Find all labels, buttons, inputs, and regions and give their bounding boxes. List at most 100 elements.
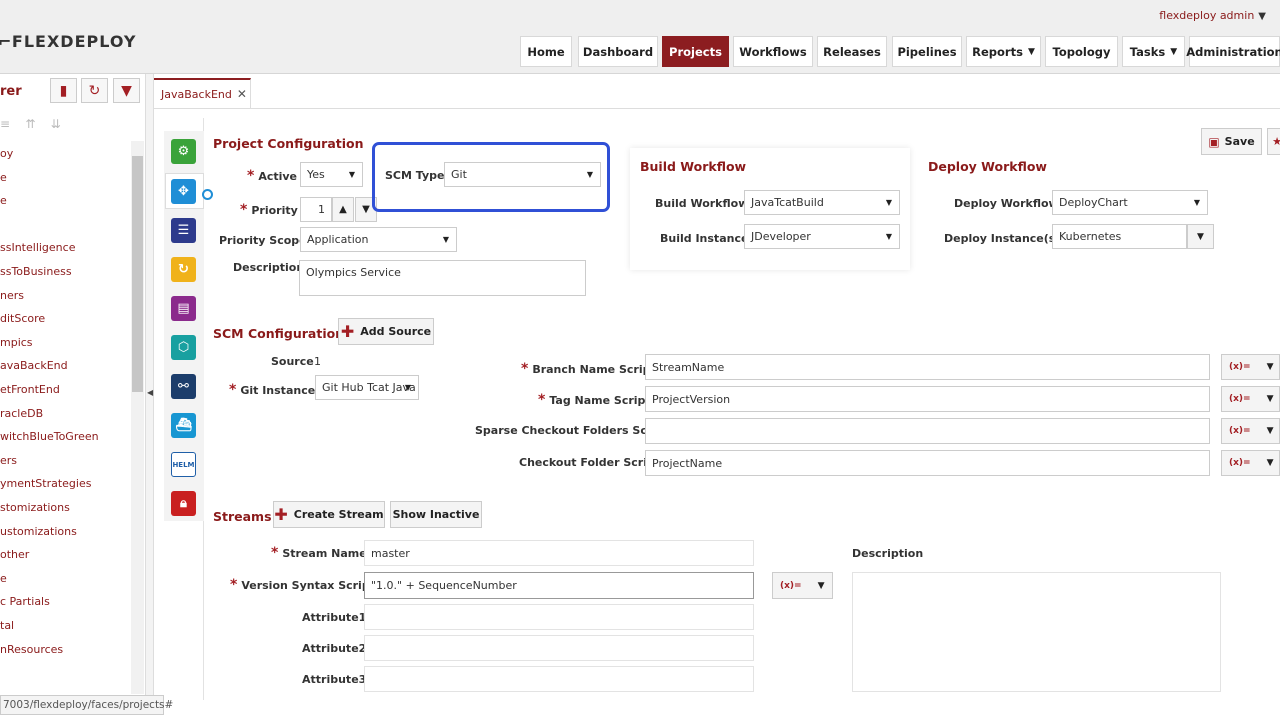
tag-fx-button[interactable]: (x)= ▼	[1221, 386, 1280, 412]
required-icon: *	[271, 545, 279, 561]
tree-item[interactable]: ustomizations	[0, 525, 77, 538]
tree-item[interactable]: ers	[0, 454, 17, 467]
tree-item[interactable]: nResources	[0, 643, 63, 656]
deploy-workflow-value: DeployChart	[1059, 196, 1128, 209]
refresh-icon[interactable]: ↻	[81, 78, 108, 103]
fx-label: (x)=	[1229, 426, 1251, 436]
sparse-checkout-input[interactable]	[645, 418, 1210, 444]
tree-item[interactable]: etFrontEnd	[0, 383, 60, 396]
nav-workflows[interactable]: Workflows	[733, 36, 813, 67]
nav-releases[interactable]: Releases	[817, 36, 887, 67]
collapse-arrow-icon[interactable]: ◀	[147, 388, 153, 397]
checkout-folder-input[interactable]: ProjectName	[645, 450, 1210, 476]
nav-tasks[interactable]: Tasks ▼	[1122, 36, 1185, 67]
deploy-workflow-select[interactable]: DeployChart	[1052, 190, 1208, 215]
docker-icon[interactable]: ⛴	[171, 413, 196, 438]
stream-description-textarea[interactable]	[852, 572, 1221, 692]
chevron-down-icon: ▼	[1258, 11, 1266, 22]
git-instance-label: * Git Instance	[229, 382, 315, 398]
filter-icon[interactable]: ▼	[113, 78, 140, 103]
nav-projects[interactable]: Projects	[662, 36, 729, 67]
splitter[interactable]	[146, 74, 154, 699]
book-icon[interactable]: ▮	[50, 78, 77, 103]
tree-structure-icon[interactable]: ⬡	[171, 335, 196, 360]
sparse-fx-button[interactable]: (x)= ▼	[1221, 418, 1280, 444]
nav-reports[interactable]: Reports ▼	[966, 36, 1041, 67]
tree-item[interactable]: mpics	[0, 336, 33, 349]
tree-item[interactable]: oy	[0, 147, 13, 160]
tree-item[interactable]: other	[0, 548, 29, 561]
tree-item[interactable]: avaBackEnd	[0, 359, 68, 372]
scrollbar-thumb[interactable]	[132, 156, 143, 392]
tree-item[interactable]: e	[0, 572, 7, 585]
deploy-instances-input[interactable]: Kubernetes	[1052, 224, 1187, 249]
tree-item[interactable]: ymentStrategies	[0, 477, 91, 490]
report-icon[interactable]: ▤	[171, 296, 196, 321]
deploy-instances-dropdown[interactable]: ▼	[1187, 224, 1214, 249]
priority-input[interactable]: 1	[300, 197, 332, 222]
tree-item[interactable]: tal	[0, 619, 14, 632]
nav-administration[interactable]: Administration	[1186, 36, 1280, 67]
explorer-title: rer	[0, 84, 22, 99]
nav-pipelines[interactable]: Pipelines	[892, 36, 962, 67]
list-icon[interactable]: ☰	[171, 218, 196, 243]
stream-name-input[interactable]: master	[364, 540, 754, 566]
nav-home[interactable]: Home	[520, 36, 572, 67]
required-icon: *	[538, 392, 546, 408]
branch-fx-button[interactable]: (x)= ▼	[1221, 354, 1280, 380]
tree-item[interactable]: e	[0, 194, 7, 207]
tree-item[interactable]: c Partials	[0, 595, 50, 608]
tree-item[interactable]: racleDB	[0, 407, 43, 420]
tree-item[interactable]: stomizations	[0, 501, 70, 514]
tree-item[interactable]: ssToBusiness	[0, 265, 72, 278]
chevron-down-icon: ▼	[1266, 426, 1274, 436]
nav-topology[interactable]: Topology	[1045, 36, 1118, 67]
attribute3-input[interactable]	[364, 666, 754, 692]
attribute2-label: Attribute2	[302, 642, 367, 655]
flexdeploy-logo: ⌐FLEXDEPLOY	[0, 32, 137, 51]
build-instance-select[interactable]: JDeveloper	[744, 224, 900, 249]
save-button[interactable]: ▣ Save	[1201, 128, 1262, 155]
tree-item[interactable]: ners	[0, 289, 24, 302]
priority-increment[interactable]: ▲	[332, 197, 354, 222]
attribute1-label: Attribute1	[302, 611, 367, 624]
create-stream-label: Create Stream	[293, 508, 384, 521]
git-instance-label-text: Git Instance	[240, 384, 316, 397]
show-inactive-button[interactable]: Show Inactive	[390, 501, 482, 528]
close-icon[interactable]: ✕	[237, 87, 247, 101]
more-actions-button[interactable]: ★	[1267, 128, 1280, 155]
user-menu[interactable]: flexdeploy admin ▼	[1159, 9, 1266, 22]
helm-icon[interactable]: HELM	[171, 452, 196, 477]
tag-name-script-label: * Tag Name Script	[538, 392, 651, 408]
add-source-label: Add Source	[360, 325, 432, 338]
tree-item[interactable]: ssIntelligence	[0, 241, 75, 254]
create-stream-button[interactable]: ✚ Create Stream	[273, 501, 385, 528]
attribute1-input[interactable]	[364, 604, 754, 630]
build-workflow-select[interactable]: JavaTcatBuild	[744, 190, 900, 215]
network-icon[interactable]: ⚯	[171, 374, 196, 399]
version-fx-button[interactable]: (x)= ▼	[772, 572, 833, 599]
git-instance-select[interactable]: Git Hub Tcat Java	[315, 375, 419, 400]
tree-item[interactable]: witchBlueToGreen	[0, 430, 99, 443]
tree-item[interactable]: ditScore	[0, 312, 45, 325]
active-select[interactable]: Yes	[300, 162, 363, 187]
attribute2-input[interactable]	[364, 635, 754, 661]
project-properties-icon[interactable]: ⚙	[171, 139, 196, 164]
lock-icon[interactable]: 🔒︎	[171, 491, 196, 516]
tree-item[interactable]: e	[0, 171, 7, 184]
build-workflow-value: JavaTcatBuild	[751, 196, 824, 209]
description-label: Description	[233, 261, 305, 274]
add-source-button[interactable]: ✚ Add Source	[338, 318, 434, 345]
branch-name-script-input[interactable]: StreamName	[645, 354, 1210, 380]
fx-label: (x)=	[1229, 394, 1251, 404]
scm-configuration-title: SCM Configuration	[213, 326, 345, 341]
priority-scope-select[interactable]: Application	[300, 227, 457, 252]
tag-name-script-input[interactable]: ProjectVersion	[645, 386, 1210, 412]
scm-icon[interactable]: ✥	[171, 179, 196, 204]
description-textarea[interactable]: Olympics Service	[299, 260, 586, 296]
checkout-fx-button[interactable]: (x)= ▼	[1221, 450, 1280, 476]
version-syntax-input[interactable]: "1.0." + SequenceNumber	[364, 572, 754, 599]
cycle-icon[interactable]: ↻	[171, 257, 196, 282]
tab-javabackend[interactable]: JavaBackEnd ✕	[154, 78, 251, 108]
nav-dashboard[interactable]: Dashboard	[578, 36, 658, 67]
